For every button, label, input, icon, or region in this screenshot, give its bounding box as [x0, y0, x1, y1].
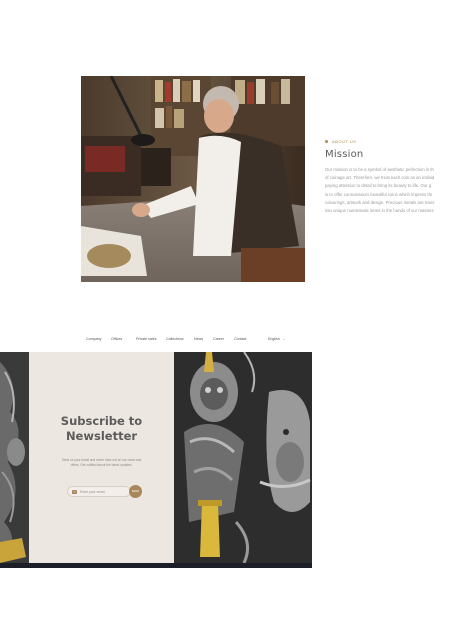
nav-item-contact[interactable]: Contact	[234, 337, 246, 341]
nav-item-company[interactable]: Company	[86, 337, 101, 341]
nav-item-career[interactable]: Career	[213, 337, 224, 341]
eyebrow-label: ABOUT US	[332, 139, 357, 144]
submit-button[interactable]: SEND	[129, 485, 142, 498]
mail-icon	[72, 489, 77, 494]
nav-item-offices[interactable]: Offices	[111, 337, 122, 341]
nav-item-collections[interactable]: Collections	[166, 337, 184, 341]
email-field[interactable]	[67, 486, 131, 497]
mission-text-block: ABOUT US Mission Our mission is to be a …	[325, 139, 462, 215]
mission-line: of coinage art. Therefore, we treat each…	[325, 175, 435, 181]
language-label: English	[268, 337, 280, 341]
eyebrow-dot-icon	[325, 140, 328, 143]
mission-title: Mission	[325, 149, 364, 160]
mission-line: is to offer connoisseurs beautiful coins…	[325, 191, 433, 197]
email-input[interactable]	[80, 489, 130, 494]
email-form: SEND	[67, 485, 143, 498]
nav-item-private-sales[interactable]: Private sales	[136, 337, 157, 341]
coin-relief-left-image	[0, 352, 29, 563]
newsletter-description-line: offers. Get notified about the latest up…	[70, 463, 133, 468]
mission-body: Our mission is to be a symbol of aesthet…	[325, 166, 462, 215]
footer-strip	[0, 563, 312, 568]
mission-photo	[81, 76, 305, 282]
craftsman-image	[81, 76, 305, 282]
main-nav: Company Offices Private sales Collection…	[0, 337, 312, 346]
coin-relief-right-image	[174, 352, 312, 563]
mission-line: Our mission is to be a symbol of aesthet…	[325, 167, 434, 172]
mission-line: colourings, artwork and design. Precious…	[325, 199, 435, 205]
chevron-down-icon: ⌄	[282, 337, 286, 341]
section-eyebrow: ABOUT US	[325, 139, 462, 144]
newsletter-title-line: Subscribe to	[60, 414, 143, 428]
newsletter-title-line: Newsletter	[65, 429, 138, 443]
language-selector[interactable]: English ⌄	[268, 337, 286, 341]
newsletter-title: Subscribe to Newsletter	[29, 414, 174, 444]
mission-line: paying attention to detail to bring its …	[325, 183, 432, 189]
newsletter-description: Send us your email and never miss out on…	[29, 458, 174, 468]
newsletter-section: Subscribe to Newsletter Send us your ema…	[0, 352, 312, 563]
nav-item-news[interactable]: News	[194, 337, 203, 341]
mission-line: into unique numismatic items in the hand…	[325, 208, 434, 214]
submit-button-label: SEND	[131, 490, 140, 493]
subscribe-panel: Subscribe to Newsletter Send us your ema…	[29, 352, 174, 563]
